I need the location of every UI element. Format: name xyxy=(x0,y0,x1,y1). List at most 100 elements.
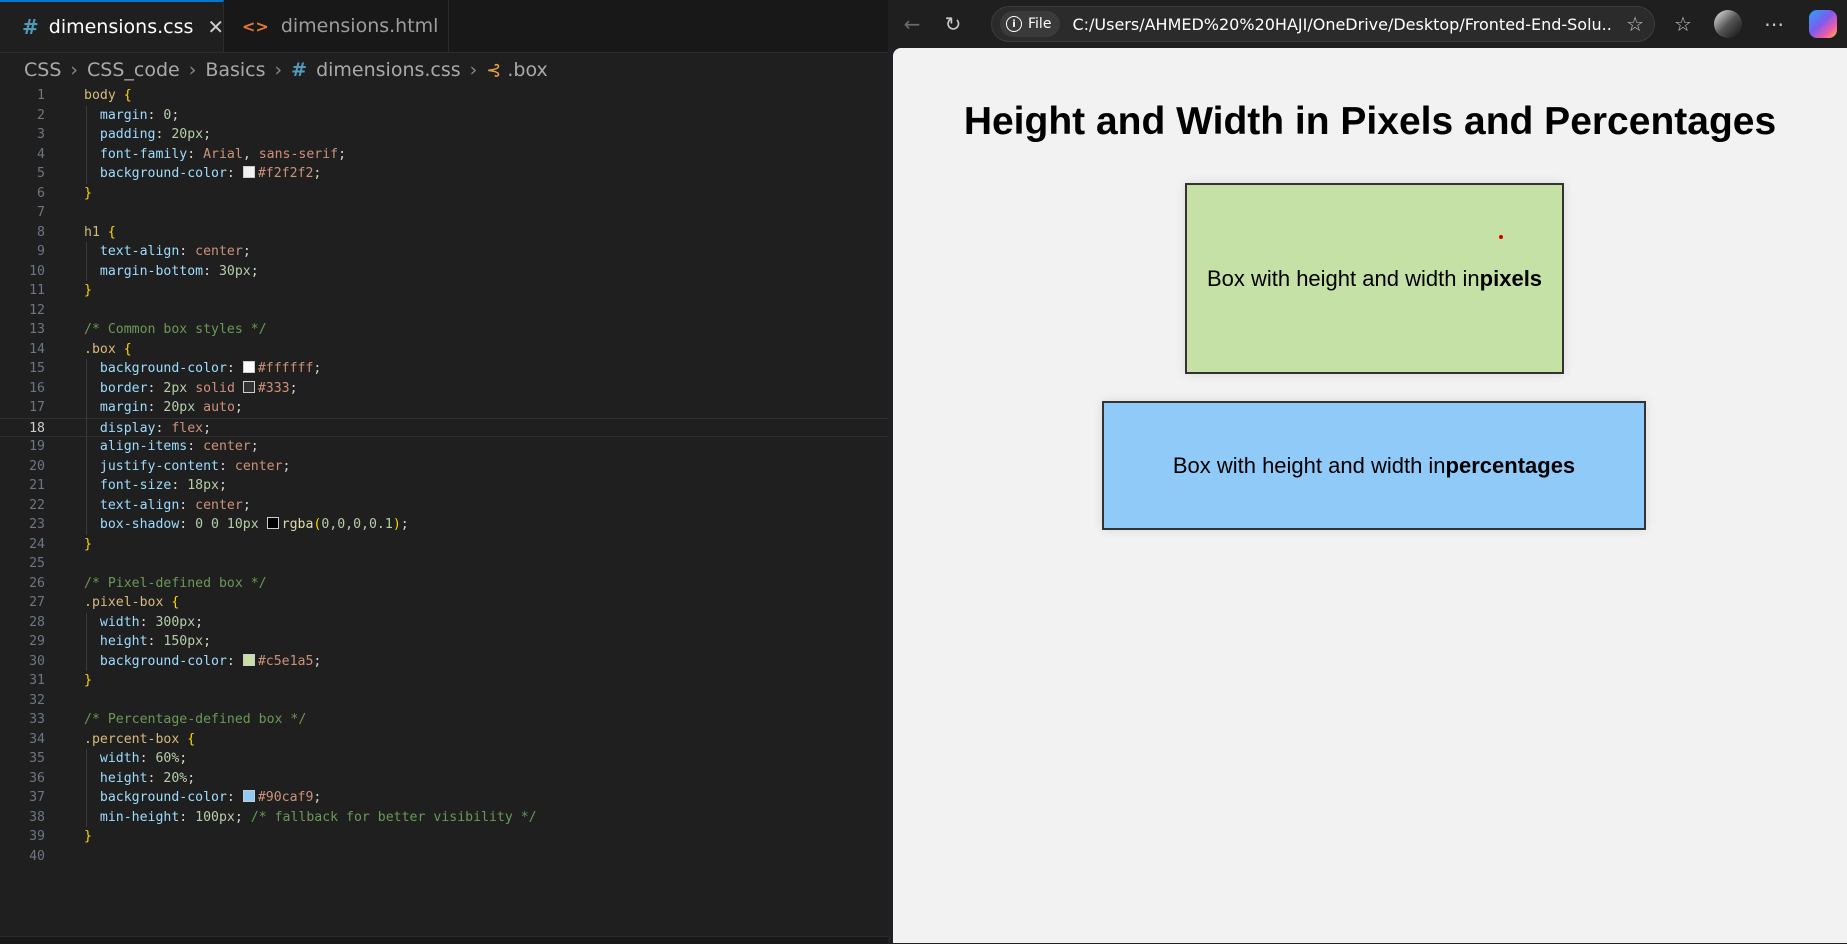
code-line[interactable]: 25 xyxy=(0,554,888,574)
line-number: 27 xyxy=(29,595,45,610)
indent-guide xyxy=(86,749,87,827)
line-number: 32 xyxy=(29,692,45,708)
code-area[interactable]: 1 body {2 margin: 0; 3 padding: 20px; 4 fon… xyxy=(0,86,888,866)
code-line[interactable]: 1 body { xyxy=(0,86,888,106)
code-text: /* Pixel-defined box */ xyxy=(84,575,267,591)
code-line[interactable]: 8 h1 { xyxy=(0,223,888,243)
css-hash-icon: # xyxy=(22,15,39,39)
code-line[interactable]: 35 width: 60%; xyxy=(0,749,888,769)
code-line[interactable]: 38 min-height: 100px; /* fallback for be… xyxy=(0,808,888,828)
breadcrumb-item[interactable]: dimensions.css xyxy=(316,59,461,81)
code-text: margin: 20px auto; xyxy=(84,400,243,415)
line-number: 30 xyxy=(29,653,45,669)
code-line[interactable]: 24} xyxy=(0,535,888,555)
code-text: width: 60%; xyxy=(84,751,188,766)
code-line[interactable]: 2 margin: 0; xyxy=(0,106,888,126)
line-number: 24 xyxy=(29,536,45,552)
symbol-class-icon: ⊰ xyxy=(486,59,502,81)
color-swatch[interactable] xyxy=(242,653,255,666)
code-line[interactable]: 33 /* Percentage-defined box */ xyxy=(0,710,888,730)
tab-dimensions-css[interactable]: # dimensions.css ✕ xyxy=(0,0,224,52)
chevron-right-icon: › xyxy=(70,59,78,81)
code-line[interactable]: 16 border: 2px solid #333; xyxy=(0,379,888,399)
code-line[interactable]: 30 background-color: #c5e1a5; xyxy=(0,652,888,672)
color-swatch[interactable] xyxy=(242,790,255,802)
line-number: 28 xyxy=(29,614,45,630)
code-line[interactable]: 32 xyxy=(0,691,888,711)
code-line[interactable]: 36 height: 20%; xyxy=(0,769,888,789)
color-swatch[interactable] xyxy=(242,166,255,178)
code-text: background-color: #90caf9; xyxy=(84,790,322,805)
breadcrumb-item[interactable]: Basics xyxy=(205,59,265,81)
line-number: 40 xyxy=(29,848,45,864)
line-number: 22 xyxy=(29,497,45,513)
code-text: background-color: #ffffff; xyxy=(84,361,322,376)
code-text: background-color: #f2f2f2; xyxy=(84,166,322,181)
favorite-star-icon[interactable]: ☆ xyxy=(1626,12,1644,36)
code-text: } xyxy=(84,536,92,552)
breadcrumb-item[interactable]: CSS xyxy=(24,59,61,81)
code-line[interactable]: 31} xyxy=(0,671,888,691)
line-number: 11 xyxy=(29,283,45,298)
url-text[interactable]: C:/Users/AHMED%20%20HAJI/OneDrive/Deskto… xyxy=(1072,15,1612,34)
code-text: height: 150px; xyxy=(84,634,212,649)
code-line[interactable]: 19 align-items: center; xyxy=(0,437,888,457)
code-line[interactable]: 23 box-shadow: 0 0 10px rgba(0,0,0,0.1); xyxy=(0,515,888,535)
code-line[interactable]: 34 .percent-box { xyxy=(0,730,888,750)
code-line[interactable]: 17 margin: 20px auto; xyxy=(0,398,888,418)
line-number: 8 xyxy=(37,224,45,240)
code-line[interactable]: 5 background-color: #f2f2f2; xyxy=(0,164,888,184)
code-text: } xyxy=(84,673,92,688)
copilot-icon[interactable] xyxy=(1809,10,1837,38)
color-swatch[interactable] xyxy=(242,361,255,373)
code-line[interactable]: 29 height: 150px; xyxy=(0,632,888,652)
code-line[interactable]: 40 xyxy=(0,847,888,867)
address-bar[interactable]: i File C:/Users/AHMED%20%20HAJI/OneDrive… xyxy=(991,6,1655,42)
code-line[interactable]: 3 padding: 20px; xyxy=(0,125,888,145)
code-line[interactable]: 10 margin-bottom: 30px; xyxy=(0,262,888,282)
code-line[interactable]: 27 .pixel-box { xyxy=(0,593,888,613)
profile-avatar[interactable] xyxy=(1714,10,1742,38)
line-number: 21 xyxy=(29,478,45,493)
code-line[interactable]: 14 .box { xyxy=(0,340,888,360)
code-line[interactable]: 28 width: 300px; xyxy=(0,613,888,633)
line-number: 31 xyxy=(29,673,45,688)
code-line[interactable]: 21 font-size: 18px; xyxy=(0,476,888,496)
line-number: 35 xyxy=(29,751,45,766)
pixel-box: Box with height and width in pixels xyxy=(1185,183,1564,374)
refresh-icon[interactable]: ↻ xyxy=(938,9,968,39)
breadcrumb-item[interactable]: .box xyxy=(507,59,547,81)
code-line[interactable]: 39} xyxy=(0,827,888,847)
indent-guide xyxy=(86,105,87,184)
site-info-chip[interactable]: i File xyxy=(1000,11,1061,37)
code-line[interactable]: 6} xyxy=(0,184,888,204)
code-line[interactable]: 13 /* Common box styles */ xyxy=(0,320,888,340)
tab-dimensions-html[interactable]: <> dimensions.html xyxy=(224,0,449,52)
code-line[interactable]: 20 justify-content: center; xyxy=(0,457,888,477)
indent-guide xyxy=(86,612,87,671)
breadcrumb-item[interactable]: CSS_code xyxy=(87,59,180,81)
code-line[interactable]: 9 text-align: center; xyxy=(0,242,888,262)
code-text: min-height: 100px; /* fallback for bette… xyxy=(84,809,537,825)
line-number: 7 xyxy=(37,205,45,220)
code-line[interactable]: 26 /* Pixel-defined box */ xyxy=(0,574,888,594)
favorites-icon[interactable]: ☆ xyxy=(1668,9,1698,39)
browser-window: ← ↻ i File C:/Users/AHMED%20%20HAJI/OneD… xyxy=(888,0,1847,943)
back-icon[interactable]: ← xyxy=(897,9,927,39)
code-line[interactable]: 4 font-family: Arial, sans-serif; xyxy=(0,145,888,165)
code-line[interactable]: 11} xyxy=(0,281,888,301)
indent-guide xyxy=(86,359,87,535)
more-icon[interactable]: ⋯ xyxy=(1759,9,1789,39)
code-line[interactable]: 37 background-color: #90caf9; xyxy=(0,788,888,808)
line-number: 10 xyxy=(29,263,45,279)
code-text: .box { xyxy=(84,341,132,357)
code-line[interactable]: 7 xyxy=(0,203,888,223)
color-swatch[interactable] xyxy=(242,380,255,393)
code-line[interactable]: 22 text-align: center; xyxy=(0,496,888,516)
code-line[interactable]: 12 xyxy=(0,301,888,321)
code-line[interactable]: 15 background-color: #ffffff; xyxy=(0,359,888,379)
code-line[interactable]: 18 display: flex; xyxy=(0,417,888,437)
close-icon[interactable]: ✕ xyxy=(207,15,224,39)
color-swatch[interactable] xyxy=(266,517,279,529)
code-text: width: 300px; xyxy=(84,614,204,630)
